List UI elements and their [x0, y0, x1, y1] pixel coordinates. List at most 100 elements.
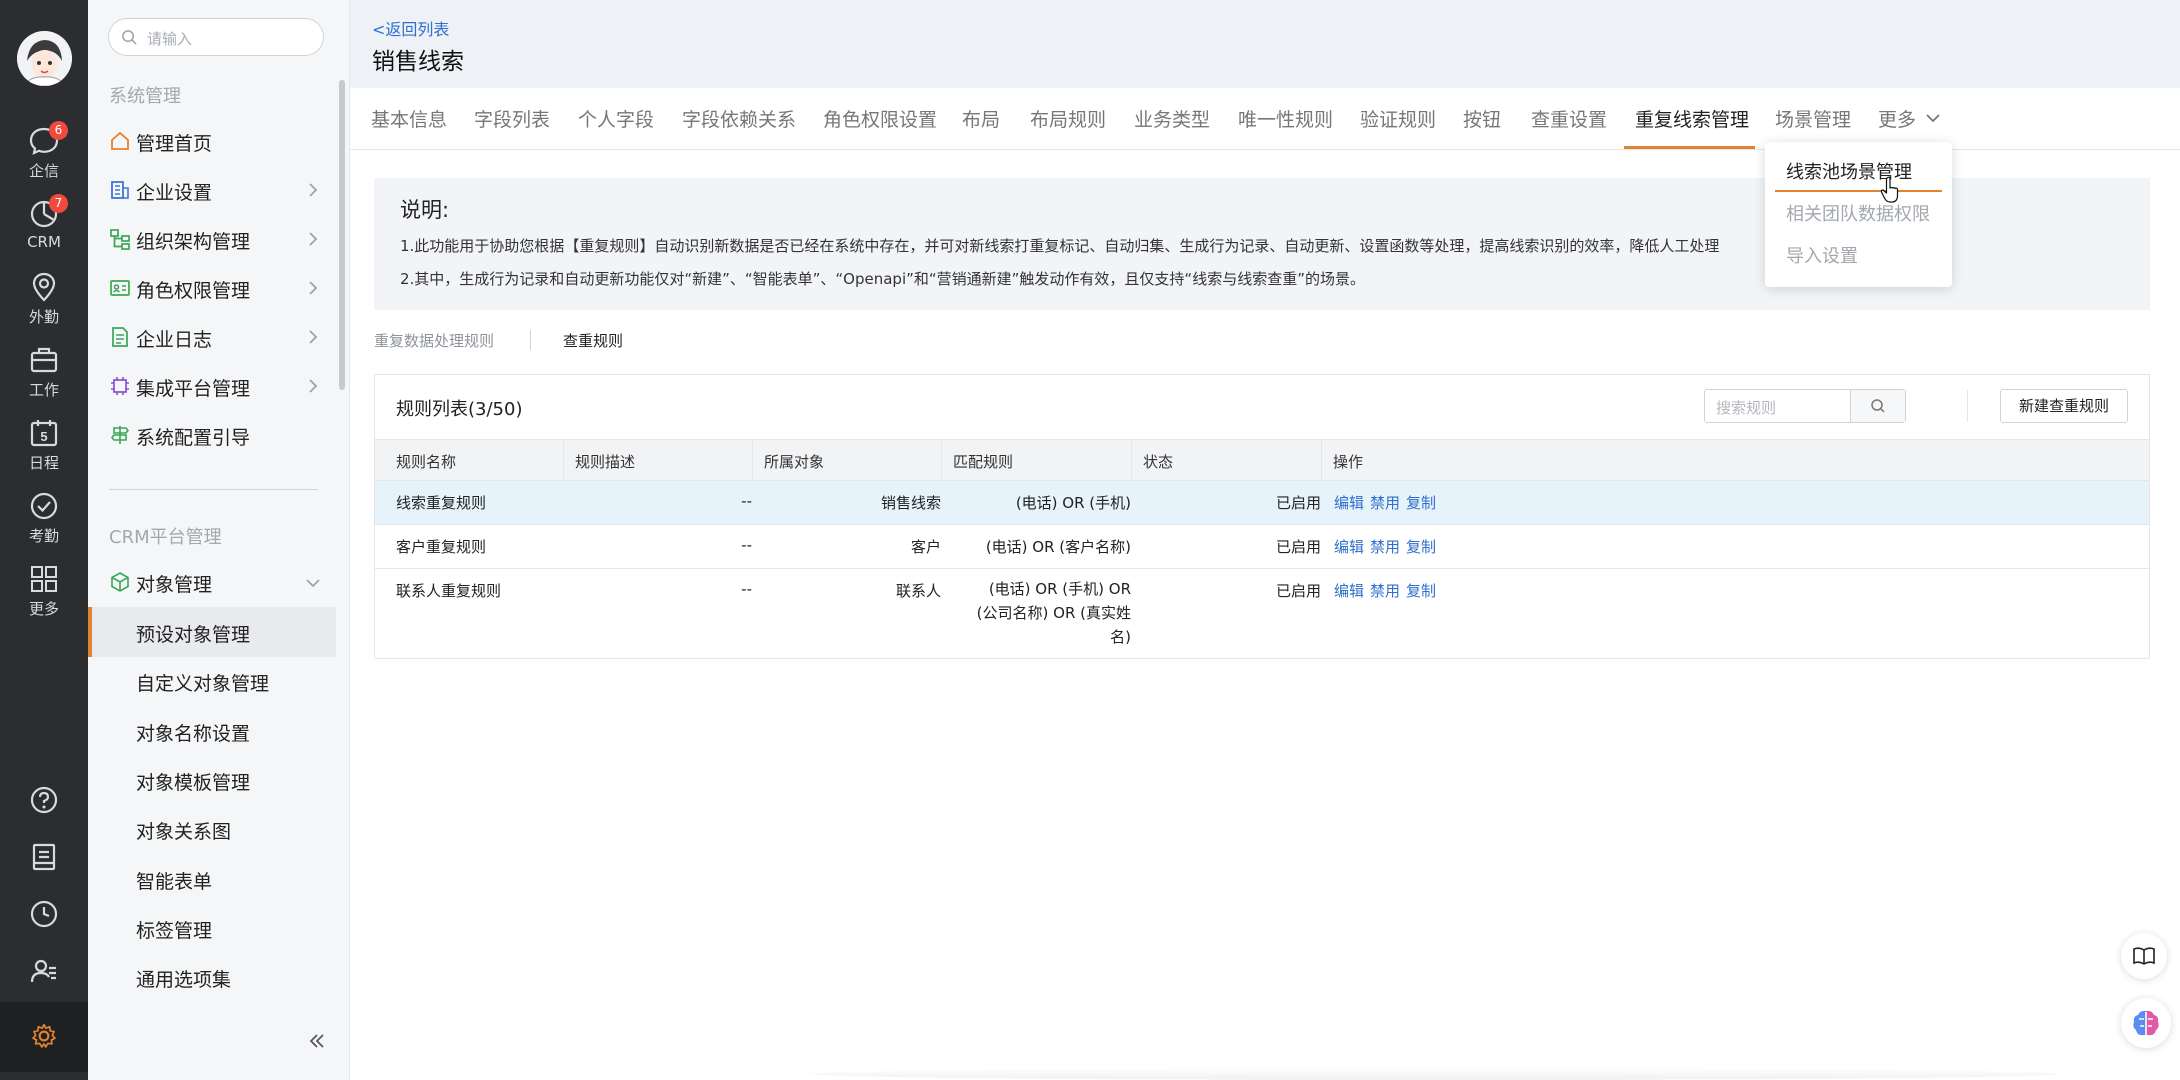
table-row[interactable]: 联系人重复规则 -- 联系人 (电话) OR (手机) OR (公司名称) OR… [375, 569, 2149, 659]
tab-basic-info[interactable]: 基本信息 [371, 105, 447, 132]
guide-book-button[interactable] [2121, 933, 2167, 979]
tab-uniqueness-rules[interactable]: 唯一性规则 [1238, 105, 1333, 132]
menu-item-label: 集成平台管理 [136, 378, 251, 400]
menu-sub-object-templates[interactable]: 对象模板管理 [88, 755, 336, 805]
menu-sub-custom-objects[interactable]: 自定义对象管理 [88, 656, 336, 706]
disable-rule-link[interactable]: 禁用 [1370, 492, 1400, 513]
menu-divider [109, 489, 318, 490]
column-header: 所属对象 [764, 453, 825, 471]
menu-sub-option-sets[interactable]: 通用选项集 [88, 952, 336, 1002]
tab-validation-rules[interactable]: 验证规则 [1360, 105, 1436, 132]
menu-sub-smart-forms[interactable]: 智能表单 [88, 854, 336, 904]
tab-scenes[interactable]: 场景管理 [1775, 105, 1851, 132]
column-header: 规则描述 [575, 453, 636, 471]
menu-sub-object-relations[interactable]: 对象关系图 [88, 804, 336, 854]
note-line-2: 2.其中，生成行为记录和自动更新功能仅对“新建”、“智能表单”、“Openapi… [400, 270, 1365, 288]
dropdown-item-import-settings[interactable]: 导入设置 [1786, 242, 1858, 268]
column-header: 状态 [1143, 453, 1174, 471]
location-pin-icon [32, 272, 56, 302]
settings-rail-item[interactable] [0, 1002, 88, 1072]
notebook-icon[interactable] [28, 841, 60, 873]
rule-search-button[interactable] [1850, 390, 1905, 422]
column-divider [941, 440, 942, 482]
edit-rule-link[interactable]: 编辑 [1334, 492, 1364, 513]
menu-sub-preset-objects[interactable]: 预设对象管理 [88, 607, 336, 657]
rule-name-cell: 客户重复规则 [396, 538, 487, 556]
table-row[interactable]: 客户重复规则 -- 客户 (电话) OR (客户名称) 已启用 编辑 禁用 复制 [375, 525, 2149, 569]
chevron-right-icon [309, 183, 318, 197]
rule-status-cell: 已启用 [1275, 494, 1321, 512]
chevron-right-icon [309, 281, 318, 295]
table-row[interactable]: 线索重复规则 -- 销售线索 (电话) OR (手机) 已启用 编辑 禁用 复制 [375, 481, 2149, 525]
menu-item-config-guide[interactable]: 系统配置引导 [88, 414, 338, 458]
menu-sub-object-names[interactable]: 对象名称设置 [88, 706, 336, 756]
edit-rule-link[interactable]: 编辑 [1334, 580, 1364, 601]
object-cube-icon [111, 572, 129, 592]
copy-rule-link[interactable]: 复制 [1406, 536, 1436, 557]
tab-layout[interactable]: 布局 [962, 105, 1000, 132]
ai-assistant-button[interactable] [2121, 998, 2171, 1048]
contacts-icon[interactable] [28, 955, 60, 987]
tab-more[interactable]: 更多 [1878, 105, 1916, 132]
menu-item-role-permissions[interactable]: 角色权限管理 [88, 267, 338, 311]
dropdown-item-team-data-permissions[interactable]: 相关团队数据权限 [1786, 200, 1930, 226]
tab-layout-rules[interactable]: 布局规则 [1030, 105, 1106, 132]
tab-field-list[interactable]: 字段列表 [474, 105, 550, 132]
rail-item-crm[interactable]: 7 CRM [0, 194, 88, 268]
back-to-list-link[interactable]: <返回列表 [372, 16, 449, 40]
rule-match-cell: (电话) OR (手机) OR (公司名称) OR (真实姓 名) [977, 577, 1131, 649]
tab-personal-fields[interactable]: 个人字段 [578, 105, 654, 132]
tab-buttons[interactable]: 按钮 [1463, 105, 1501, 132]
menu-scrollbar[interactable] [339, 80, 345, 390]
rule-match-cell: (电话) OR (客户名称) [985, 538, 1131, 556]
page-header: <返回列表 销售线索 [350, 0, 2180, 88]
chevron-down-icon[interactable] [1925, 111, 1941, 125]
tab-duplicate-leads[interactable]: 重复线索管理 [1635, 105, 1749, 132]
rail-item-more[interactable]: 更多 [0, 563, 88, 633]
help-icon[interactable] [28, 784, 60, 816]
admin-sidebar: 请输入 系统管理 管理首页 企业设置 组织架构管理 角色权限管理 企业日志 集成… [88, 0, 350, 1080]
new-dedupe-rule-button[interactable]: 新建查重规则 [2000, 389, 2128, 423]
menu-sub-label: 通用选项集 [136, 969, 232, 991]
column-divider [1131, 440, 1132, 482]
subtab-duplicate-handling[interactable]: 重复数据处理规则 [374, 330, 494, 351]
rail-item-work[interactable]: 工作 [0, 344, 88, 414]
toolbar-divider [1967, 390, 1968, 422]
clock-icon[interactable] [28, 898, 60, 930]
subtab-dedupe-rules[interactable]: 查重规则 [563, 330, 623, 351]
tab-role-permissions[interactable]: 角色权限设置 [823, 105, 937, 132]
menu-item-org-structure[interactable]: 组织架构管理 [88, 218, 338, 262]
menu-item-label: 组织架构管理 [136, 231, 251, 253]
rail-item-schedule[interactable]: 5 日程 [0, 417, 88, 487]
avatar-illustration-icon [17, 31, 72, 86]
edit-rule-link[interactable]: 编辑 [1334, 536, 1364, 557]
rail-item-label: 企信 [28, 162, 59, 180]
menu-item-home[interactable]: 管理首页 [88, 120, 338, 164]
copy-rule-link[interactable]: 复制 [1406, 492, 1436, 513]
rail-item-chat[interactable]: 6 企信 [0, 121, 88, 195]
tab-dedupe-settings[interactable]: 查重设置 [1531, 105, 1607, 132]
menu-item-object-management[interactable]: 对象管理 [88, 561, 338, 605]
rule-search-input[interactable]: 搜索规则 [1704, 389, 1906, 423]
column-header: 规则名称 [396, 453, 457, 471]
menu-search-input[interactable]: 请输入 [108, 18, 324, 56]
menu-sub-tag-management[interactable]: 标签管理 [88, 903, 336, 953]
menu-item-company-log[interactable]: 企业日志 [88, 316, 338, 360]
copy-rule-link[interactable]: 复制 [1406, 580, 1436, 601]
menu-item-company-settings[interactable]: 企业设置 [88, 169, 338, 213]
rule-name-cell: 线索重复规则 [396, 494, 487, 512]
menu-item-integration[interactable]: 集成平台管理 [88, 365, 338, 409]
rule-desc-cell: -- [741, 536, 752, 554]
disable-rule-link[interactable]: 禁用 [1370, 536, 1400, 557]
rail-item-attendance[interactable]: 考勤 [0, 490, 88, 560]
menu-sub-label: 对象关系图 [136, 821, 232, 843]
user-avatar[interactable] [17, 31, 72, 86]
rail-item-field[interactable]: 外勤 [0, 271, 88, 341]
tab-field-dependencies[interactable]: 字段依赖关系 [682, 105, 796, 132]
tab-business-types[interactable]: 业务类型 [1134, 105, 1210, 132]
app-rail: 6 企信 7 CRM 外勤 工作 5 日程 考勤 更多 [0, 0, 88, 1080]
collapse-sidebar-icon[interactable] [306, 1030, 328, 1052]
more-tabs-dropdown: 线索池场景管理 相关团队数据权限 导入设置 [1765, 142, 1952, 287]
disable-rule-link[interactable]: 禁用 [1370, 580, 1400, 601]
search-icon [1871, 399, 1885, 413]
